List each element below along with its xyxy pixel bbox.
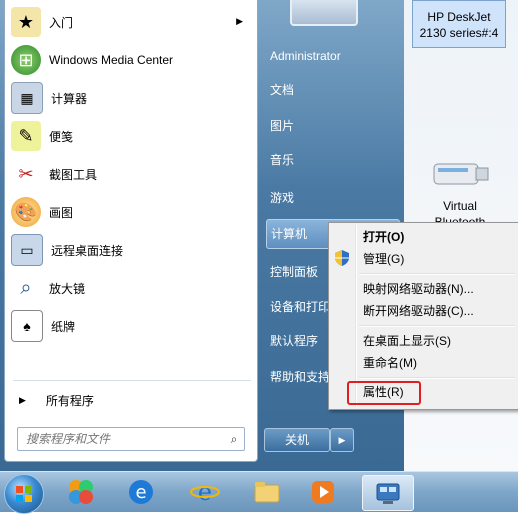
folder-icon xyxy=(254,482,280,503)
shutdown-button[interactable]: 关机 xyxy=(264,428,330,452)
program-label: 纸牌 xyxy=(51,319,76,334)
program-item-getting-started[interactable]: ★ 入门 ▶ xyxy=(5,4,255,40)
desktop-icon-printer[interactable]: HP DeskJet 2130 series#:4 xyxy=(412,0,506,48)
pinwheel-app-icon xyxy=(69,480,93,504)
program-label: Windows Media Center xyxy=(49,53,174,67)
magnifier-icon: ⌕ xyxy=(20,276,32,299)
search-icon[interactable]: ⌕ xyxy=(224,432,244,447)
context-menu: 打开(O) 管理(G) 映射网络驱动器(N)... 断开网络驱动器(C)... … xyxy=(328,222,518,410)
svg-text:e: e xyxy=(198,478,212,506)
search-input[interactable] xyxy=(24,431,224,447)
taskbar-app-control-panel[interactable] xyxy=(362,475,414,511)
taskbar-app-explorer[interactable] xyxy=(242,475,292,509)
start-button[interactable] xyxy=(4,474,44,514)
program-label: 截图工具 xyxy=(49,167,98,182)
shutdown-options-button[interactable]: ▶ xyxy=(330,428,354,452)
menu-item-open[interactable]: 打开(O) xyxy=(363,226,513,248)
program-label: 放大镜 xyxy=(49,281,86,296)
all-programs-label: 所有程序 xyxy=(45,394,94,408)
programs-pane: ★ 入门 ▶ ⊞ Windows Media Center ▦ 计算器 ✎ 便笺… xyxy=(4,0,258,462)
program-item-sticky-notes[interactable]: ✎ 便笺 xyxy=(5,118,255,154)
program-item-solitaire[interactable]: ♠ 纸牌 xyxy=(5,308,255,344)
divider xyxy=(13,380,251,381)
program-label: 便笺 xyxy=(49,129,74,144)
program-item-snipping-tool[interactable]: ✂ 截图工具 xyxy=(5,156,255,192)
menu-separator xyxy=(359,325,515,327)
place-music[interactable]: 音乐 xyxy=(266,146,398,174)
taskbar-app-pinwheel[interactable] xyxy=(56,475,106,509)
program-item-calculator[interactable]: ▦ 计算器 xyxy=(5,80,255,116)
menu-item-map-network-drive[interactable]: 映射网络驱动器(N)... xyxy=(363,278,513,300)
highlight-annotation xyxy=(347,381,421,405)
place-documents[interactable]: 文档 xyxy=(266,76,398,104)
program-label: 远程桌面连接 xyxy=(51,243,124,258)
calculator-icon: ▦ xyxy=(11,82,43,114)
place-pictures[interactable]: 图片 xyxy=(266,112,398,140)
menu-item-rename[interactable]: 重命名(M) xyxy=(363,352,513,374)
menu-item-manage[interactable]: 管理(G) xyxy=(363,248,513,270)
uac-shield-icon xyxy=(335,250,349,266)
program-label: 画图 xyxy=(49,205,74,220)
remote-desktop-icon: ▭ xyxy=(11,234,43,266)
windows-logo-icon xyxy=(16,486,32,502)
media-player-icon xyxy=(312,481,334,503)
browser-e-icon: e xyxy=(129,480,153,504)
taskbar-app-browser[interactable]: e xyxy=(116,475,166,509)
desktop-icon-virtual-bluetooth[interactable]: Virtual Bluetooth xyxy=(412,150,508,230)
media-center-icon: ⊞ xyxy=(11,45,41,75)
snipping-tool-icon: ✂ xyxy=(18,163,34,184)
menu-separator xyxy=(359,377,515,379)
triangle-right-icon: ▶ xyxy=(19,395,26,405)
taskbar-app-internet-explorer[interactable]: e xyxy=(180,475,230,509)
menu-item-disconnect-network-drive[interactable]: 断开网络驱动器(C)... xyxy=(363,300,513,322)
sticky-notes-icon: ✎ xyxy=(11,121,41,151)
computer-window-icon xyxy=(376,483,400,504)
menu-gutter xyxy=(355,225,357,407)
all-programs-button[interactable]: ▶ 所有程序 xyxy=(19,392,94,409)
submenu-arrow-icon: ▶ xyxy=(236,16,243,26)
taskbar-app-media-player[interactable] xyxy=(298,475,348,509)
place-administrator[interactable]: Administrator xyxy=(266,42,398,70)
program-item-magnifier[interactable]: ⌕ 放大镜 xyxy=(5,270,255,306)
svg-text:e: e xyxy=(135,482,146,503)
menu-item-show-on-desktop[interactable]: 在桌面上显示(S) xyxy=(363,330,513,352)
solitaire-icon: ♠ xyxy=(11,310,43,342)
internet-explorer-icon: e xyxy=(190,478,220,506)
search-box[interactable]: ⌕ xyxy=(17,427,245,451)
usb-drive-icon xyxy=(428,150,492,194)
place-games[interactable]: 游戏 xyxy=(266,184,398,212)
chevron-right-icon: ▶ xyxy=(338,435,346,445)
paint-icon: 🎨 xyxy=(11,197,41,227)
menu-separator xyxy=(359,273,515,275)
printer-label: HP DeskJet 2130 series#:4 xyxy=(419,10,499,40)
program-item-paint[interactable]: 🎨 画图 xyxy=(5,194,255,230)
program-label: 入门 xyxy=(49,15,74,30)
getting-started-icon: ★ xyxy=(11,7,41,37)
taskbar: e e xyxy=(0,471,518,514)
program-label: 计算器 xyxy=(51,91,88,106)
program-item-media-center[interactable]: ⊞ Windows Media Center xyxy=(5,42,255,78)
program-item-remote-desktop[interactable]: ▭ 远程桌面连接 xyxy=(5,232,255,268)
